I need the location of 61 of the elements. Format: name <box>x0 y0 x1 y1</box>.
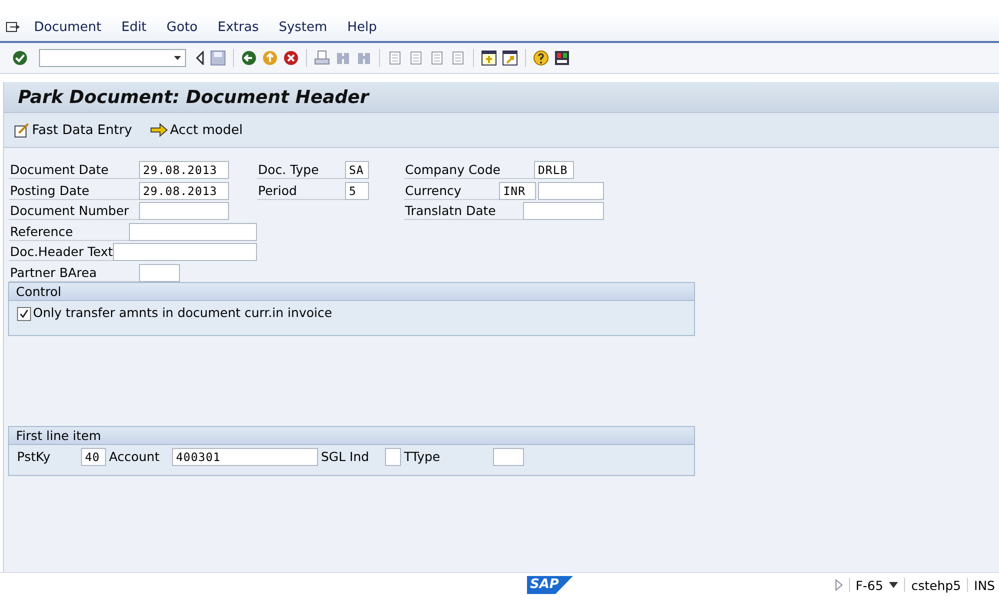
input-field[interactable]: 29.08.2013 <box>139 182 229 200</box>
arrow-icon <box>150 122 168 138</box>
menu-icon[interactable] <box>6 22 20 34</box>
menu-item[interactable]: Help <box>337 20 387 35</box>
save-icon[interactable] <box>210 50 226 66</box>
input-field[interactable] <box>493 448 524 466</box>
input-field[interactable] <box>139 264 180 282</box>
screen-title: Park Document: Document Header <box>18 86 369 108</box>
checkbox-label: Only transfer amnts in document curr.in invoice <box>33 305 332 320</box>
menu-item[interactable]: Document <box>24 20 112 35</box>
field-label: Reference <box>9 222 129 241</box>
server-name: cstehp5 <box>911 578 962 592</box>
menu-item[interactable]: Extras <box>208 20 269 35</box>
window-icon[interactable] <box>502 50 518 66</box>
enter-icon[interactable] <box>12 50 28 66</box>
transaction-code: F-65 <box>856 578 884 592</box>
command-field[interactable] <box>39 49 186 67</box>
input-field[interactable]: DRLB <box>534 161 574 180</box>
triangle-icon[interactable] <box>195 51 205 65</box>
group-title: Control <box>9 283 694 301</box>
group-title: First line item <box>9 427 694 445</box>
page-icon[interactable] <box>387 50 403 66</box>
field-label: PstKy <box>17 448 52 466</box>
help-icon[interactable] <box>533 50 549 66</box>
menu-item[interactable]: System <box>268 20 338 35</box>
field-label: TType <box>404 448 442 466</box>
layout-icon[interactable] <box>554 50 570 66</box>
input-field[interactable] <box>112 243 257 262</box>
page-icon[interactable] <box>429 50 445 66</box>
input-field[interactable] <box>139 202 229 220</box>
field-label: SGL Ind <box>321 448 370 466</box>
input-field[interactable]: 40 <box>81 448 106 466</box>
cancel-icon[interactable] <box>283 50 299 66</box>
sap-logo: SAP <box>527 576 573 594</box>
field-label: Translatn Date <box>404 202 522 220</box>
toolbar-button[interactable]: Fast Data Entry <box>14 122 132 138</box>
window-icon[interactable] <box>481 50 497 66</box>
menu-item[interactable]: Goto <box>156 20 208 35</box>
field-label: Account <box>109 448 160 466</box>
input-field[interactable] <box>522 202 604 220</box>
input-field[interactable] <box>128 222 257 241</box>
input-field[interactable]: SA <box>345 161 369 180</box>
input-field[interactable] <box>385 448 401 466</box>
printer-icon[interactable] <box>314 50 330 66</box>
pencil-form-icon <box>14 122 30 138</box>
dropdown-icon[interactable] <box>889 582 898 588</box>
page-icon[interactable] <box>450 50 466 66</box>
field-label: Doc.Header Text <box>9 243 113 262</box>
back-icon[interactable] <box>241 50 257 66</box>
input-field[interactable]: 5 <box>345 182 369 200</box>
checkbox[interactable] <box>17 307 31 321</box>
input-field[interactable] <box>538 182 604 200</box>
page-icon[interactable] <box>408 50 424 66</box>
input-mode: INS <box>974 578 995 592</box>
input-field[interactable]: INR <box>499 182 536 200</box>
input-field[interactable]: 29.08.2013 <box>139 161 229 180</box>
binoculars-icon[interactable] <box>335 50 351 66</box>
binoculars-icon[interactable] <box>356 50 372 66</box>
toolbar-button[interactable]: Acct model <box>150 122 243 138</box>
input-field[interactable]: 400301 <box>172 448 318 466</box>
menu-item[interactable]: Edit <box>111 20 157 35</box>
